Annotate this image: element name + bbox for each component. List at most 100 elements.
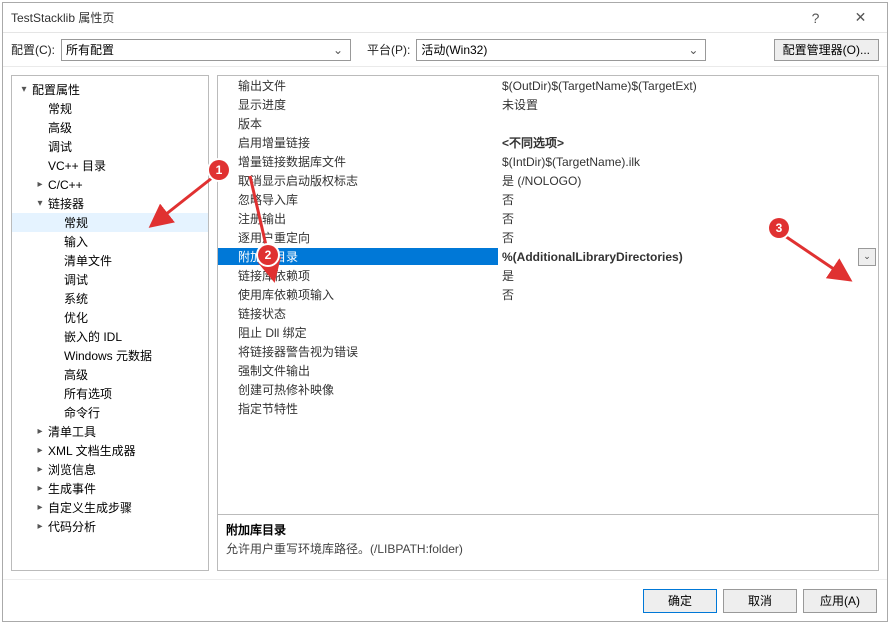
property-row[interactable]: 启用增量链接<不同选项>: [218, 133, 878, 152]
tree-item[interactable]: 嵌入的 IDL: [12, 327, 208, 346]
tree-item-label: 嵌入的 IDL: [62, 328, 122, 345]
config-toolbar: 配置(C): 所有配置 ⌄ 平台(P): 活动(Win32) ⌄ 配置管理器(O…: [3, 33, 887, 67]
tree-item[interactable]: 所有选项: [12, 384, 208, 403]
category-tree[interactable]: ▾配置属性常规高级调试VC++ 目录▸C/C++▾链接器常规输入清单文件调试系统…: [11, 75, 209, 571]
property-dropdown-button[interactable]: ⌄: [858, 248, 876, 266]
property-value[interactable]: 否: [498, 229, 878, 246]
tree-item[interactable]: ▸浏览信息: [12, 460, 208, 479]
tree-item[interactable]: 常规: [12, 99, 208, 118]
tree-item[interactable]: 系统: [12, 289, 208, 308]
expander-closed-icon[interactable]: ▸: [34, 521, 46, 532]
property-value[interactable]: %(AdditionalLibraryDirectories): [498, 250, 858, 264]
property-row[interactable]: 增量链接数据库文件$(IntDir)$(TargetName).ilk: [218, 152, 878, 171]
titlebar: TestStacklib 属性页 ? ✕: [3, 3, 887, 33]
expander-closed-icon[interactable]: ▸: [34, 179, 46, 190]
tree-item[interactable]: ▸自定义生成步骤: [12, 498, 208, 517]
property-row[interactable]: 强制文件输出: [218, 361, 878, 380]
property-row[interactable]: 忽略导入库否: [218, 190, 878, 209]
property-pages-dialog: TestStacklib 属性页 ? ✕ 配置(C): 所有配置 ⌄ 平台(P)…: [2, 2, 888, 622]
tree-item-label: 配置属性: [30, 81, 80, 98]
property-row[interactable]: 链接状态: [218, 304, 878, 323]
property-value[interactable]: 否: [498, 286, 878, 303]
tree-item[interactable]: ▸清单工具: [12, 422, 208, 441]
dialog-footer: 确定 取消 应用(A): [3, 579, 887, 621]
expander-closed-icon[interactable]: ▸: [34, 502, 46, 513]
property-name: 忽略导入库: [218, 191, 498, 208]
chevron-down-icon: ⌄: [330, 43, 346, 57]
tree-item-label: 所有选项: [62, 385, 112, 402]
property-row[interactable]: 将链接器警告视为错误: [218, 342, 878, 361]
tree-item[interactable]: 高级: [12, 118, 208, 137]
tree-item[interactable]: ▸代码分析: [12, 517, 208, 536]
property-row[interactable]: 取消显示启动版权标志是 (/NOLOGO): [218, 171, 878, 190]
tree-item[interactable]: 调试: [12, 270, 208, 289]
tree-item-label: 命令行: [62, 404, 100, 421]
ok-button[interactable]: 确定: [643, 589, 717, 613]
tree-item[interactable]: 命令行: [12, 403, 208, 422]
right-panel: 输出文件$(OutDir)$(TargetName)$(TargetExt)显示…: [217, 75, 879, 571]
tree-item[interactable]: ▸C/C++: [12, 175, 208, 194]
main-area: ▾配置属性常规高级调试VC++ 目录▸C/C++▾链接器常规输入清单文件调试系统…: [3, 67, 887, 579]
apply-button[interactable]: 应用(A): [803, 589, 877, 613]
tree-item-label: VC++ 目录: [46, 157, 106, 174]
description-body: 允许用户重写环境库路径。(/LIBPATH:folder): [226, 540, 870, 557]
tree-item[interactable]: 输入: [12, 232, 208, 251]
property-row[interactable]: 输出文件$(OutDir)$(TargetName)$(TargetExt): [218, 76, 878, 95]
expander-closed-icon[interactable]: ▸: [34, 426, 46, 437]
property-row[interactable]: 显示进度未设置: [218, 95, 878, 114]
annotation-badge-3: 3: [769, 218, 789, 238]
tree-item-label: 常规: [62, 214, 88, 231]
configuration-label: 配置(C):: [11, 41, 55, 58]
tree-item[interactable]: ▸XML 文档生成器: [12, 441, 208, 460]
property-value[interactable]: $(OutDir)$(TargetName)$(TargetExt): [498, 79, 878, 93]
property-grid[interactable]: 输出文件$(OutDir)$(TargetName)$(TargetExt)显示…: [217, 75, 879, 515]
property-row[interactable]: 链接库依赖项是: [218, 266, 878, 285]
property-row[interactable]: 使用库依赖项输入否: [218, 285, 878, 304]
tree-item[interactable]: 常规: [12, 213, 208, 232]
close-button[interactable]: ✕: [838, 4, 883, 32]
property-row[interactable]: 附加库目录%(AdditionalLibraryDirectories)⌄: [218, 247, 878, 266]
property-value[interactable]: $(IntDir)$(TargetName).ilk: [498, 155, 878, 169]
window-buttons: ? ✕: [793, 4, 883, 32]
property-value[interactable]: 是: [498, 267, 878, 284]
expander-closed-icon[interactable]: ▸: [34, 464, 46, 475]
property-row[interactable]: 阻止 Dll 绑定: [218, 323, 878, 342]
description-panel: 附加库目录 允许用户重写环境库路径。(/LIBPATH:folder): [217, 515, 879, 571]
tree-item-label: 自定义生成步骤: [46, 499, 132, 516]
property-name: 强制文件输出: [218, 362, 498, 379]
configuration-value: 所有配置: [66, 41, 330, 58]
configuration-select[interactable]: 所有配置 ⌄: [61, 39, 351, 61]
tree-item[interactable]: 优化: [12, 308, 208, 327]
property-value[interactable]: 否: [498, 210, 878, 227]
expander-open-icon[interactable]: ▾: [18, 84, 30, 95]
property-name: 显示进度: [218, 96, 498, 113]
tree-item[interactable]: VC++ 目录: [12, 156, 208, 175]
property-value[interactable]: 是 (/NOLOGO): [498, 172, 878, 189]
tree-item[interactable]: ▾链接器: [12, 194, 208, 213]
tree-item[interactable]: ▾配置属性: [12, 80, 208, 99]
tree-item[interactable]: Windows 元数据: [12, 346, 208, 365]
tree-item[interactable]: ▸生成事件: [12, 479, 208, 498]
tree-item[interactable]: 清单文件: [12, 251, 208, 270]
property-row[interactable]: 版本: [218, 114, 878, 133]
property-value[interactable]: <不同选项>: [498, 134, 878, 151]
help-button[interactable]: ?: [793, 4, 838, 32]
tree-item-label: 优化: [62, 309, 88, 326]
expander-open-icon[interactable]: ▾: [34, 198, 46, 209]
property-value[interactable]: 否: [498, 191, 878, 208]
property-name: 注册输出: [218, 210, 498, 227]
expander-closed-icon[interactable]: ▸: [34, 483, 46, 494]
tree-item[interactable]: 高级: [12, 365, 208, 384]
cancel-button[interactable]: 取消: [723, 589, 797, 613]
tree-item-label: XML 文档生成器: [46, 442, 136, 459]
property-name: 增量链接数据库文件: [218, 153, 498, 170]
property-row[interactable]: 创建可热修补映像: [218, 380, 878, 399]
property-value[interactable]: 未设置: [498, 96, 878, 113]
tree-item[interactable]: 调试: [12, 137, 208, 156]
expander-closed-icon[interactable]: ▸: [34, 445, 46, 456]
platform-select[interactable]: 活动(Win32) ⌄: [416, 39, 706, 61]
tree-item-label: 高级: [46, 119, 72, 136]
configuration-manager-button[interactable]: 配置管理器(O)...: [774, 39, 879, 61]
platform-value: 活动(Win32): [421, 41, 685, 58]
property-row[interactable]: 指定节特性: [218, 399, 878, 418]
